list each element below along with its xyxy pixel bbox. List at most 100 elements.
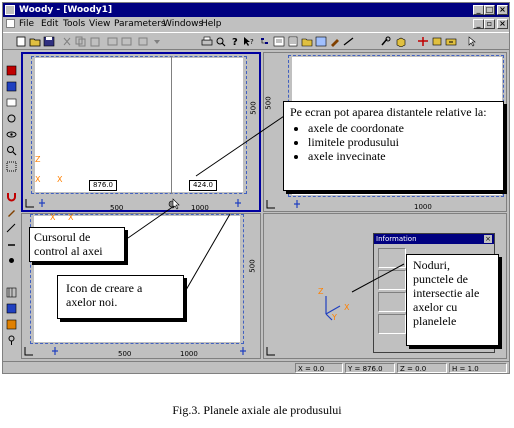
- print-preview-icon[interactable]: [215, 36, 227, 47]
- information-title[interactable]: Information ×: [374, 234, 494, 244]
- save-icon[interactable]: [43, 36, 55, 47]
- distance-left-value: 876.0: [89, 180, 117, 191]
- 3d-axis-gizmo-icon: Z X Y: [318, 287, 350, 322]
- pin-icon[interactable]: [6, 335, 17, 346]
- insert-icon[interactable]: [137, 36, 149, 47]
- blue-panel-icon[interactable]: [6, 81, 17, 92]
- callout-item: axele de coordonate: [308, 121, 497, 135]
- menu-file[interactable]: File: [19, 17, 34, 31]
- menu-tools[interactable]: Tools: [63, 17, 85, 31]
- information-close-icon[interactable]: ×: [484, 235, 492, 243]
- status-y: Y = 876.0: [345, 363, 395, 373]
- corner-icon[interactable]: [25, 198, 35, 208]
- ruler-bottom-label-1000: 1000: [180, 350, 198, 358]
- menu-help[interactable]: Help: [201, 17, 222, 31]
- print-icon[interactable]: [201, 36, 213, 47]
- menu-windows[interactable]: Windows: [163, 17, 203, 31]
- callout-nodes: Noduri, punctele de intersectie ale axel…: [406, 254, 499, 346]
- menu-parameters[interactable]: Parameters: [114, 17, 166, 31]
- vertical-axis[interactable]: [171, 56, 172, 194]
- svg-text:X: X: [344, 303, 350, 312]
- red-panel-icon[interactable]: [6, 65, 17, 76]
- ruler-bottom-label-500: 500: [118, 350, 132, 358]
- mdi-minimize-button[interactable]: _: [473, 19, 484, 29]
- document-list-icon[interactable]: [287, 36, 299, 47]
- ruler-left-label: 500: [249, 101, 258, 115]
- folder-icon[interactable]: [301, 36, 313, 47]
- mdi-close-button[interactable]: ×: [497, 19, 508, 29]
- menu-view[interactable]: View: [89, 17, 110, 31]
- paint-icon[interactable]: [6, 207, 17, 218]
- component-icon[interactable]: [6, 303, 17, 314]
- view-icon[interactable]: [6, 97, 17, 108]
- svg-text:Z: Z: [35, 155, 41, 164]
- app-icon[interactable]: [5, 5, 15, 15]
- callout-item: axele invecinate: [308, 149, 497, 163]
- rotate-icon[interactable]: [6, 113, 17, 124]
- drawer-icon[interactable]: [445, 36, 457, 47]
- corner-icon[interactable]: [266, 346, 276, 356]
- menu-edit[interactable]: Edit: [41, 17, 58, 31]
- axis-marker-icon[interactable]: [238, 346, 248, 356]
- undo-icon[interactable]: [107, 36, 119, 47]
- corner-icon[interactable]: [266, 199, 276, 209]
- callout-distances-intro: Pe ecran pot aparea distantele relative …: [290, 105, 487, 119]
- pane-top-left[interactable]: 500 500 1000 876.0 424.0 Z X X: [21, 52, 261, 212]
- cut-icon[interactable]: [61, 36, 73, 47]
- tree-icon[interactable]: [259, 36, 271, 47]
- copy-icon[interactable]: [75, 36, 87, 47]
- minimize-button[interactable]: _: [473, 5, 484, 15]
- magnet-icon[interactable]: [6, 191, 17, 202]
- context-help-icon[interactable]: ?: [243, 36, 255, 47]
- wrench-icon[interactable]: [379, 36, 391, 47]
- open-folder-icon[interactable]: [29, 36, 41, 47]
- ruler-left-label: 500: [248, 259, 257, 273]
- title-bar[interactable]: Woody - [Woody1] _ □ ×: [3, 3, 509, 17]
- hinge-icon[interactable]: [6, 255, 17, 266]
- svg-text:?: ?: [250, 38, 254, 46]
- redo-icon[interactable]: [121, 36, 133, 47]
- fit-icon[interactable]: [6, 161, 17, 172]
- ruler-bottom-label-1000: 1000: [191, 204, 209, 212]
- grid-icon[interactable]: [315, 36, 327, 47]
- svg-text:X: X: [68, 213, 74, 222]
- axis-add-icon[interactable]: [417, 36, 429, 47]
- distance-right-value: 424.0: [189, 180, 217, 191]
- callout-distances: Pe ecran pot aparea distantele relative …: [283, 101, 504, 191]
- create-axis-icon[interactable]: [233, 198, 243, 208]
- corner-icon[interactable]: [24, 346, 34, 356]
- close-button[interactable]: ×: [497, 5, 508, 15]
- library-icon[interactable]: [6, 287, 17, 298]
- axis-marker-icon[interactable]: [50, 346, 60, 356]
- axis-marker-icon[interactable]: [37, 198, 47, 208]
- dropdown-arrow-icon[interactable]: [151, 36, 163, 47]
- document-icon[interactable]: [6, 19, 15, 28]
- main-toolbar: ? ?: [3, 32, 509, 50]
- callout-item: limitele produsului: [308, 135, 497, 149]
- status-h: H = 1.0: [449, 363, 507, 373]
- material-icon[interactable]: [6, 319, 17, 330]
- line-tool-icon[interactable]: [6, 223, 17, 234]
- status-bar: X = 0.0 Y = 876.0 Z = 0.0 H = 1.0: [3, 361, 509, 374]
- paste-icon[interactable]: [89, 36, 101, 47]
- callout-create-icon: Icon de creare a axelor noi.: [57, 275, 184, 319]
- zoom-icon[interactable]: [6, 145, 17, 156]
- measure-icon[interactable]: [343, 36, 355, 47]
- svg-text:X: X: [57, 175, 63, 184]
- left-toolbar: [3, 51, 19, 361]
- new-file-icon[interactable]: [15, 36, 27, 47]
- panel-icon[interactable]: [431, 36, 443, 47]
- settings-icon[interactable]: [273, 36, 285, 47]
- box-icon[interactable]: [395, 36, 407, 47]
- help-icon[interactable]: ?: [229, 36, 241, 47]
- eye-icon[interactable]: [6, 129, 17, 140]
- svg-text:Y: Y: [331, 313, 337, 322]
- tool-icon[interactable]: [329, 36, 341, 47]
- link-icon[interactable]: [6, 239, 17, 250]
- svg-text:X: X: [50, 213, 56, 222]
- mdi-restore-button[interactable]: ▫: [484, 19, 495, 29]
- svg-text:?: ?: [232, 37, 238, 47]
- maximize-button[interactable]: □: [484, 5, 495, 15]
- pointer-icon[interactable]: [467, 36, 479, 47]
- axis-marker-icon[interactable]: [292, 199, 302, 209]
